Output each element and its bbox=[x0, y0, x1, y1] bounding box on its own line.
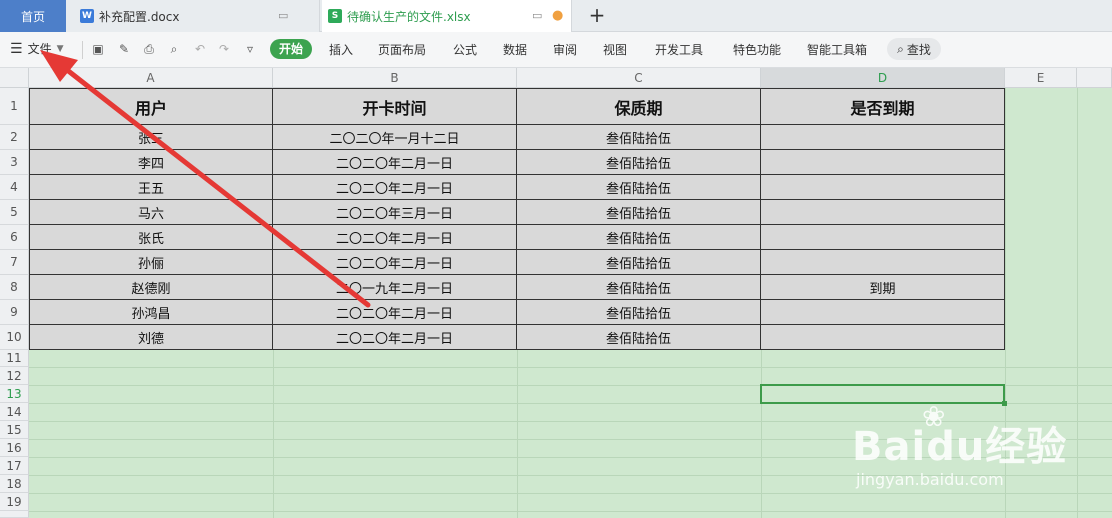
baidu-watermark: ❀ Baidu经验 jingyan.baidu.com bbox=[852, 400, 1092, 500]
watermark-brand: Baidu经验 bbox=[852, 424, 1068, 470]
watermark-url: jingyan.baidu.com bbox=[856, 470, 1004, 489]
